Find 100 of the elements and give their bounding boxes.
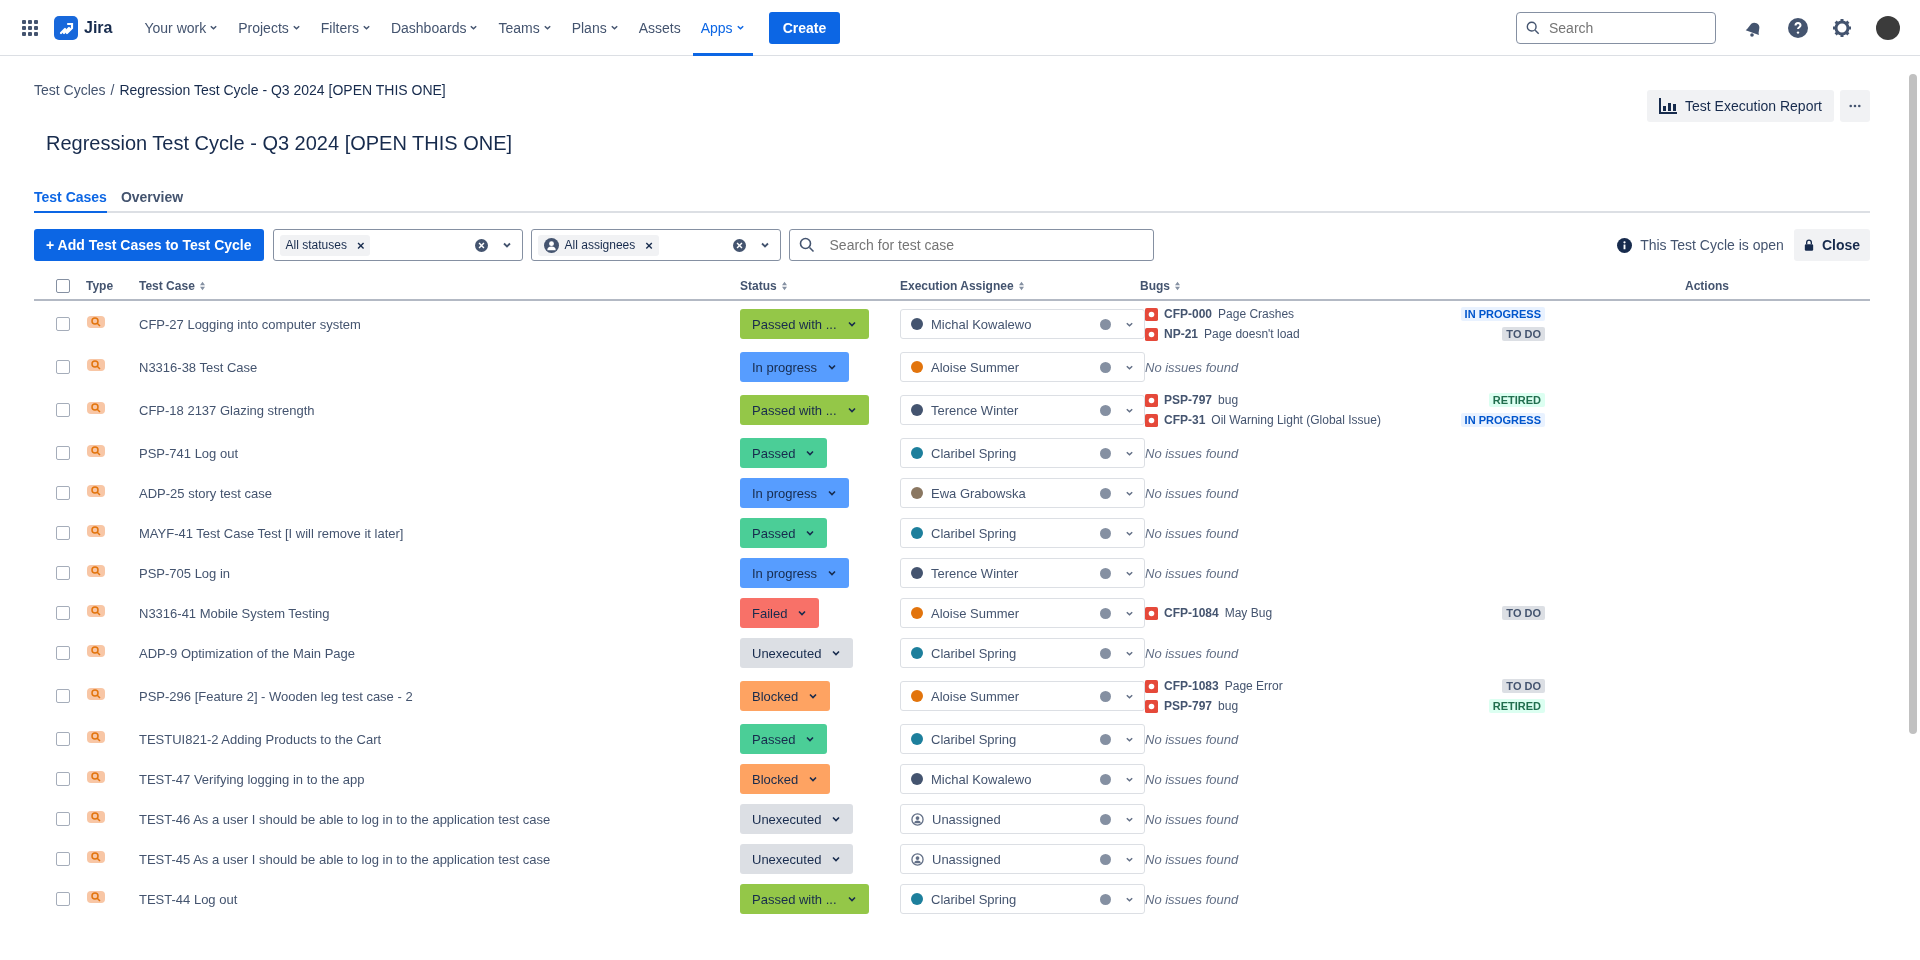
chevron-down-icon[interactable] <box>759 240 770 250</box>
status-dropdown[interactable]: Passed with ... <box>740 884 869 914</box>
row-checkbox[interactable] <box>56 446 70 460</box>
test-case-search-field[interactable]: Search for test case <box>788 229 1154 261</box>
nav-menu-item[interactable]: Assets <box>630 0 689 56</box>
test-execution-report-button[interactable]: Test Execution Report <box>1647 90 1834 122</box>
assignee-dropdown[interactable]: Claribel Spring <box>900 724 1145 754</box>
row-checkbox[interactable] <box>56 772 70 786</box>
remove-chip-button[interactable]: × <box>356 237 365 253</box>
status-dropdown[interactable]: Unexecuted <box>740 844 854 874</box>
chevron-down-icon[interactable] <box>501 240 512 250</box>
row-checkbox[interactable] <box>56 732 70 746</box>
assignee-dropdown[interactable]: Unassigned <box>900 804 1145 834</box>
clear-icon[interactable] <box>474 238 488 252</box>
test-case-name[interactable]: TEST-46 As a user I should be able to log in to the application test case <box>139 812 551 827</box>
row-checkbox[interactable] <box>56 852 70 866</box>
nav-menu-item[interactable]: Projects <box>230 0 309 56</box>
breadcrumb-link[interactable]: Test Cycles <box>34 82 106 98</box>
bug-link[interactable]: CFP-000 <box>1164 307 1213 321</box>
nav-menu-item[interactable]: Apps <box>692 0 753 56</box>
status-dropdown[interactable]: Failed <box>740 598 820 628</box>
test-case-name[interactable]: PSP-705 Log in <box>139 566 231 581</box>
nav-menu-item[interactable]: Teams <box>490 0 560 56</box>
settings-icon[interactable] <box>1832 17 1852 38</box>
row-checkbox[interactable] <box>56 360 70 374</box>
test-case-name[interactable]: PSP-296 [Feature 2] - Wooden leg test case - 2 <box>139 689 413 704</box>
assignee-dropdown[interactable]: Aloise Summer <box>900 352 1145 382</box>
assignee-dropdown[interactable]: Terence Winter <box>900 558 1145 588</box>
status-dropdown[interactable]: Passed <box>740 518 828 548</box>
filter-chip[interactable]: All statuses × <box>279 234 371 256</box>
assignee-dropdown[interactable]: Michal Kowalewo <box>900 764 1145 794</box>
assignee-dropdown[interactable]: Terence Winter <box>900 395 1145 425</box>
status-dropdown[interactable]: Passed with ... <box>740 395 869 425</box>
add-test-cases-button[interactable]: + Add Test Cases to Test Cycle <box>34 229 264 261</box>
status-dropdown[interactable]: Passed <box>740 724 828 754</box>
assignee-dropdown[interactable]: Claribel Spring <box>900 518 1145 548</box>
select-all-checkbox[interactable] <box>56 279 70 293</box>
row-checkbox[interactable] <box>56 566 70 580</box>
status-dropdown[interactable]: Passed with ... <box>740 309 869 339</box>
row-checkbox[interactable] <box>56 689 70 703</box>
test-case-name[interactable]: ADP-25 story test case <box>139 486 272 501</box>
test-case-name[interactable]: PSP-741 Log out <box>139 446 239 461</box>
help-icon[interactable] <box>1788 17 1808 38</box>
nav-menu-item[interactable]: Dashboards <box>382 0 487 56</box>
test-case-name[interactable]: CFP-27 Logging into computer system <box>139 317 361 332</box>
row-checkbox[interactable] <box>56 892 70 906</box>
assignee-dropdown[interactable]: Claribel Spring <box>900 438 1145 468</box>
status-dropdown[interactable]: Unexecuted <box>740 804 854 834</box>
search-field[interactable]: Search <box>1516 11 1716 44</box>
assignee-filter[interactable]: All assignees × <box>530 229 781 261</box>
assignee-dropdown[interactable]: Claribel Spring <box>900 884 1145 914</box>
close-cycle-button[interactable]: Close <box>1793 229 1870 261</box>
column-header[interactable]: Bugs <box>1140 279 1170 293</box>
status-dropdown[interactable]: Blocked <box>740 764 831 794</box>
status-dropdown[interactable]: Blocked <box>740 681 831 711</box>
assignee-dropdown[interactable]: Unassigned <box>900 844 1145 874</box>
test-case-name[interactable]: N3316-41 Mobile System Testing <box>139 606 330 621</box>
bug-link[interactable]: CFP-1084 <box>1164 606 1219 620</box>
nav-menu-item[interactable]: Your work <box>136 0 227 56</box>
status-dropdown[interactable]: Passed <box>740 438 828 468</box>
bug-link[interactable]: NP-21 <box>1164 327 1198 341</box>
sort-icon[interactable] <box>1017 281 1025 291</box>
sort-icon[interactable] <box>780 281 788 291</box>
column-header[interactable]: Status <box>740 279 777 293</box>
clear-icon[interactable] <box>732 238 746 252</box>
create-button[interactable]: Create <box>768 11 841 44</box>
test-case-name[interactable]: MAYF-41 Test Case Test [I will remove it later] <box>139 526 404 541</box>
test-case-name[interactable]: TESTUI821-2 Adding Products to the Cart <box>139 732 382 747</box>
row-checkbox[interactable] <box>56 812 70 826</box>
status-dropdown[interactable]: In progress <box>740 352 850 382</box>
status-filter[interactable]: All statuses × <box>272 229 523 261</box>
scrollbar-thumb[interactable] <box>1909 74 1917 734</box>
assignee-dropdown[interactable]: Michal Kowalewo <box>900 309 1145 339</box>
test-case-name[interactable]: ADP-9 Optimization of the Main Page <box>139 646 356 661</box>
test-case-name[interactable]: TEST-47 Verifying logging in to the app <box>139 772 365 787</box>
row-checkbox[interactable] <box>56 486 70 500</box>
tab[interactable]: Overview <box>120 189 184 213</box>
bug-link[interactable]: CFP-31 <box>1164 413 1206 427</box>
test-case-name[interactable]: TEST-44 Log out <box>139 892 238 907</box>
status-dropdown[interactable]: In progress <box>740 558 850 588</box>
tab[interactable]: Test Cases <box>34 189 107 213</box>
status-dropdown[interactable]: In progress <box>740 478 850 508</box>
sort-icon[interactable] <box>198 281 206 291</box>
assignee-dropdown[interactable]: Ewa Grabowska <box>900 478 1145 508</box>
test-case-name[interactable]: CFP-18 2137 Glazing strength <box>139 403 315 418</box>
sort-icon[interactable] <box>1174 281 1181 291</box>
row-checkbox[interactable] <box>56 526 70 540</box>
test-case-name[interactable]: TEST-45 As a user I should be able to log in to the application test case <box>139 852 551 867</box>
assignee-dropdown[interactable]: Claribel Spring <box>900 638 1145 668</box>
bug-link[interactable]: PSP-797 <box>1164 393 1213 407</box>
nav-menu-item[interactable]: Plans <box>563 0 627 56</box>
row-checkbox[interactable] <box>56 606 70 620</box>
status-dropdown[interactable]: Unexecuted <box>740 638 854 668</box>
bug-link[interactable]: CFP-1083 <box>1164 679 1219 693</box>
assignee-dropdown[interactable]: Aloise Summer <box>900 598 1145 628</box>
column-header[interactable]: Test Case <box>139 279 195 293</box>
app-switcher-icon[interactable] <box>22 19 38 36</box>
product-name[interactable]: Jira <box>84 18 113 37</box>
logo-icon[interactable] <box>54 15 78 40</box>
column-header[interactable]: Execution Assignee <box>900 279 1014 293</box>
